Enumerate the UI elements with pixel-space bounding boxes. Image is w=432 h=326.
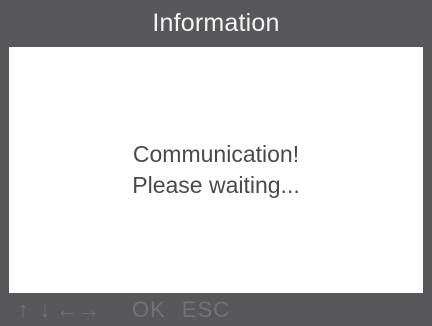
arrow-right-icon[interactable]: →: [78, 293, 100, 326]
message-panel: Communication! Please waiting...: [9, 47, 423, 293]
device-frame: Information Communication! Please waitin…: [0, 0, 432, 326]
ok-button[interactable]: OK: [132, 293, 166, 326]
esc-button[interactable]: ESC: [182, 293, 230, 326]
softkey-bar: ↑ ↓ ← → OK ESC: [0, 293, 432, 326]
message-line-2: Please waiting...: [132, 172, 300, 198]
arrow-up-icon[interactable]: ↑: [12, 293, 34, 326]
dialog-title: Information: [152, 8, 280, 37]
message-line-1: Communication!: [132, 141, 300, 167]
arrow-left-icon[interactable]: ←: [56, 293, 78, 326]
title-bar: Information: [0, 0, 432, 46]
arrow-down-icon[interactable]: ↓: [34, 293, 56, 326]
